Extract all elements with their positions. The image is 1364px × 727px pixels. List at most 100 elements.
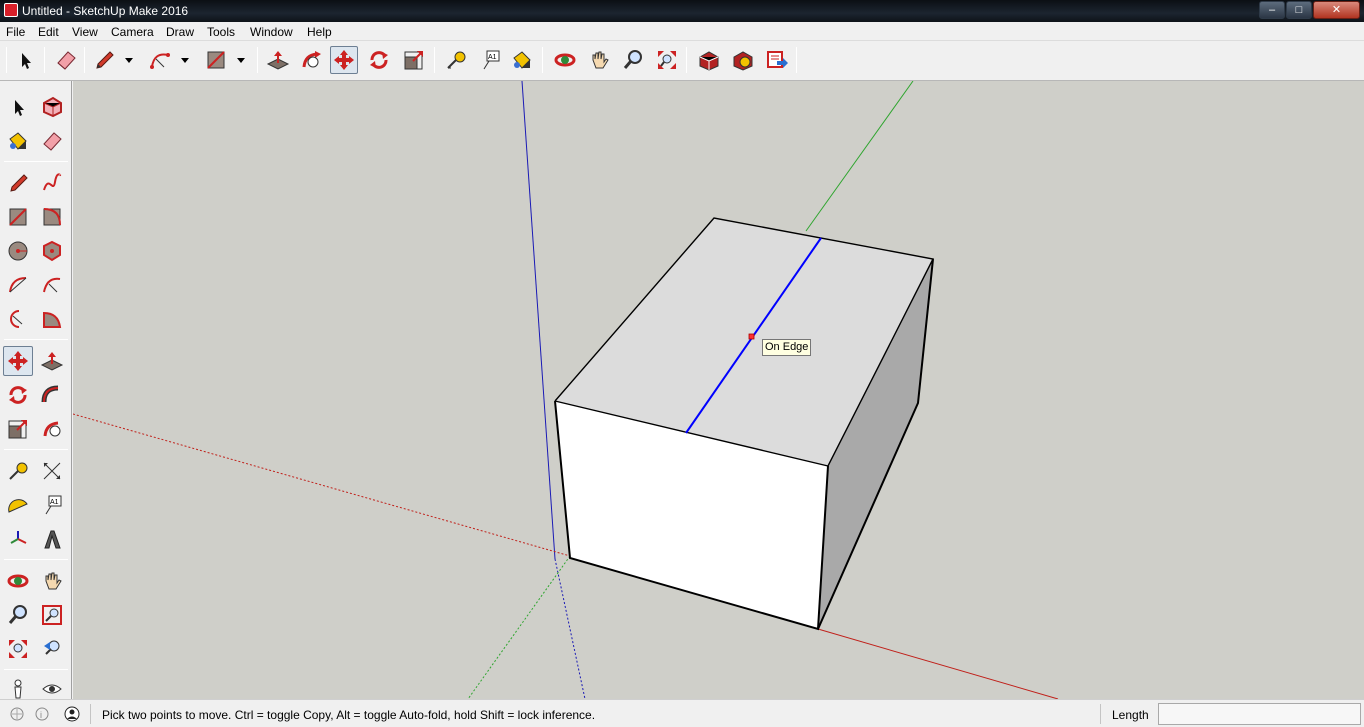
toolbar-separator <box>4 339 68 340</box>
select-icon[interactable] <box>11 46 39 74</box>
toolbar-separator <box>542 47 543 73</box>
menu-window[interactable]: Window <box>250 25 293 39</box>
measurements-label: Length <box>1112 708 1149 722</box>
push-pull-icon[interactable] <box>37 346 67 376</box>
menu-file[interactable]: File <box>6 25 25 39</box>
zoom-window-icon[interactable] <box>37 600 67 630</box>
pencil-dropdown-arrow[interactable] <box>125 58 133 63</box>
scale-icon[interactable] <box>400 46 428 74</box>
follow-me-icon[interactable] <box>298 46 326 74</box>
text-icon-label: A1 <box>50 499 59 506</box>
menu-camera[interactable]: Camera <box>111 25 154 39</box>
circle-icon[interactable] <box>3 236 33 266</box>
3d-warehouse-icon[interactable] <box>695 46 723 74</box>
tape-measure-icon[interactable] <box>442 46 470 74</box>
toolbar-separator <box>4 669 68 670</box>
paint-bucket-icon[interactable] <box>3 126 33 156</box>
minimize-button[interactable]: – <box>1259 1 1285 19</box>
menu-bar: File Edit View Camera Draw Tools Window … <box>0 22 1364 41</box>
toolbar-separator <box>84 47 85 73</box>
orbit-icon[interactable] <box>3 566 33 596</box>
make-component-icon[interactable] <box>37 92 67 122</box>
layout-send-icon[interactable] <box>763 46 791 74</box>
scale-icon[interactable] <box>3 414 33 444</box>
zoom-extents-icon[interactable] <box>3 634 33 664</box>
toolbar-separator <box>44 47 45 73</box>
status-bar: i Pick two points to move. Ctrl = toggle… <box>0 699 1364 727</box>
pan-icon[interactable] <box>37 566 67 596</box>
eraser-icon[interactable] <box>37 126 67 156</box>
orbit-icon[interactable] <box>551 46 579 74</box>
rectangle-icon[interactable] <box>202 46 230 74</box>
zoom-extents-icon[interactable] <box>653 46 681 74</box>
two-point-arc-icon[interactable] <box>37 270 67 300</box>
select-icon[interactable] <box>3 92 33 122</box>
offset-icon[interactable] <box>37 414 67 444</box>
rotate-icon[interactable] <box>3 380 33 410</box>
previous-view-icon[interactable] <box>37 634 67 664</box>
follow-me-icon[interactable] <box>37 380 67 410</box>
sketchup-app-icon <box>4 3 18 17</box>
menu-tools[interactable]: Tools <box>207 25 235 39</box>
rectangle-dropdown-arrow[interactable] <box>237 58 245 63</box>
three-point-arc-icon[interactable] <box>3 304 33 334</box>
arc-icon[interactable] <box>3 270 33 300</box>
menu-edit[interactable]: Edit <box>38 25 59 39</box>
paint-bucket-icon[interactable] <box>508 46 536 74</box>
protractor-icon[interactable] <box>3 490 33 520</box>
polygon-icon[interactable] <box>37 236 67 266</box>
red-axis-dashed <box>73 413 571 557</box>
tape-measure-icon[interactable] <box>3 456 33 486</box>
axes-icon[interactable] <box>3 524 33 554</box>
toolbar-separator <box>686 47 687 73</box>
line-icon[interactable] <box>3 168 33 198</box>
text-icon[interactable]: A1 <box>37 490 67 520</box>
pan-icon[interactable] <box>585 46 613 74</box>
inference-point <box>748 333 755 340</box>
zoom-icon[interactable] <box>619 46 647 74</box>
dimension-icon[interactable] <box>37 456 67 486</box>
rectangle-icon[interactable] <box>3 202 33 232</box>
eraser-icon[interactable] <box>52 46 80 74</box>
pencil-icon[interactable] <box>90 46 118 74</box>
title-bar: Untitled - SketchUp Make 2016 – □ ✕ <box>0 0 1364 22</box>
toolbar-separator <box>796 47 797 73</box>
pie-icon[interactable] <box>37 304 67 334</box>
green-axis-line <box>805 81 914 232</box>
text-icon-label: A1 <box>488 54 497 61</box>
maximize-button[interactable]: □ <box>1286 1 1312 19</box>
inference-tooltip: On Edge <box>762 339 812 356</box>
arc-dropdown-arrow[interactable] <box>181 58 189 63</box>
menu-draw[interactable]: Draw <box>166 25 194 39</box>
measurements-input[interactable] <box>1158 703 1361 725</box>
svg-text:i: i <box>40 710 42 720</box>
status-message: Pick two points to move. Ctrl = toggle C… <box>102 708 596 722</box>
move-icon[interactable] <box>3 346 33 376</box>
toolbar-separator <box>257 47 258 73</box>
zoom-icon[interactable] <box>3 600 33 630</box>
close-button[interactable]: ✕ <box>1313 1 1360 19</box>
credits-icon[interactable]: i <box>34 706 50 722</box>
toolbar-separator <box>4 449 68 450</box>
rotated-rectangle-icon[interactable] <box>37 202 67 232</box>
toolbar-separator <box>4 161 68 162</box>
rotate-icon[interactable] <box>365 46 393 74</box>
arc-icon[interactable] <box>146 46 174 74</box>
main-toolbar: A1 <box>0 41 1364 81</box>
sign-in-icon[interactable] <box>64 706 80 722</box>
toolbar-separator <box>434 47 435 73</box>
blue-axis-line <box>521 81 556 560</box>
move-icon[interactable] <box>330 46 358 74</box>
freehand-icon[interactable] <box>37 168 67 198</box>
extension-warehouse-icon[interactable] <box>729 46 757 74</box>
push-pull-icon[interactable] <box>264 46 292 74</box>
menu-view[interactable]: View <box>72 25 98 39</box>
menu-help[interactable]: Help <box>307 25 332 39</box>
3d-text-icon[interactable] <box>37 524 67 554</box>
red-axis-line <box>817 628 1059 699</box>
text-icon[interactable]: A1 <box>476 46 504 74</box>
model-canvas[interactable] <box>73 81 1364 699</box>
window-title: Untitled - SketchUp Make 2016 <box>22 4 189 18</box>
geo-location-icon[interactable] <box>9 706 25 722</box>
modeling-viewport[interactable]: On Edge <box>73 81 1364 699</box>
